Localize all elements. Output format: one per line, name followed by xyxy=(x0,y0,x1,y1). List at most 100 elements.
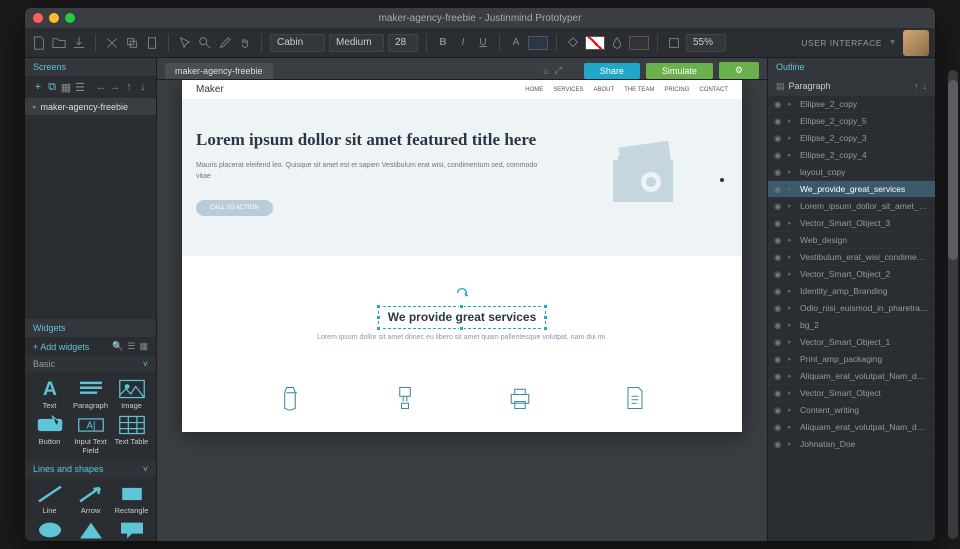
outline-item[interactable]: ◉▸Vector_Smart_Object_2 xyxy=(768,266,935,283)
underline-icon[interactable]: U xyxy=(475,35,491,51)
widget-rectangle[interactable]: Rectangle xyxy=(111,481,152,517)
paste-icon[interactable] xyxy=(144,35,160,51)
visibility-icon[interactable]: ◉ xyxy=(774,116,784,127)
hand-icon[interactable] xyxy=(237,35,253,51)
visibility-icon[interactable]: ◉ xyxy=(774,218,784,229)
widget-input-text[interactable]: A|Input Text Field xyxy=(70,412,111,457)
outline-item[interactable]: ◉▸We_provide_great_services xyxy=(768,181,935,198)
expand-icon[interactable]: ▸ xyxy=(788,270,796,278)
widget-triangle[interactable]: Triangle xyxy=(70,517,111,541)
lines-section-header[interactable]: Lines and shapes˅ xyxy=(25,461,156,477)
outline-up-icon[interactable]: ↑ xyxy=(914,81,919,91)
expand-icon[interactable]: ▸ xyxy=(788,338,796,346)
expand-icon[interactable]: ▸ xyxy=(788,202,796,210)
widget-arrow[interactable]: Arrow xyxy=(70,481,111,517)
expand-icon[interactable]: ▸ xyxy=(788,406,796,414)
visibility-icon[interactable]: ◉ xyxy=(774,422,784,433)
visibility-icon[interactable]: ◉ xyxy=(774,269,784,280)
widget-ellipse[interactable]: Ellipse xyxy=(29,517,70,541)
visibility-icon[interactable]: ◉ xyxy=(774,133,784,144)
expand-icon[interactable]: ▸ xyxy=(788,168,796,176)
grid-icon[interactable]: ▦ xyxy=(59,80,73,94)
screen-item[interactable]: maker-agency-freebie xyxy=(25,99,156,115)
widget-button[interactable]: Button xyxy=(29,412,70,457)
visibility-icon[interactable]: ◉ xyxy=(774,320,784,331)
visibility-icon[interactable]: ◉ xyxy=(774,252,784,263)
fill-icon[interactable] xyxy=(565,35,581,51)
outline-item[interactable]: ◉▸Ellipse_2_copy_4 xyxy=(768,147,935,164)
outline-item[interactable]: ◉▸layout_copy xyxy=(768,164,935,181)
outline-item[interactable]: ◉▸Odio_nisi_euismod_in_pharetra_a_ul… xyxy=(768,300,935,317)
expand-icon[interactable]: ▸ xyxy=(788,389,796,397)
stroke-swatch[interactable] xyxy=(629,36,649,50)
expand-icon[interactable]: ⤢ xyxy=(555,65,562,76)
expand-icon[interactable]: ▸ xyxy=(788,440,796,448)
expand-icon[interactable]: ▸ xyxy=(788,304,796,312)
open-folder-icon[interactable] xyxy=(51,35,67,51)
expand-icon[interactable]: ▸ xyxy=(788,236,796,244)
visibility-icon[interactable]: ◉ xyxy=(774,371,784,382)
outline-item[interactable]: ◉▸Vector_Smart_Object xyxy=(768,385,935,402)
new-file-icon[interactable] xyxy=(31,35,47,51)
outline-item[interactable]: ◉▸Ellipse_2_copy xyxy=(768,96,935,113)
expand-icon[interactable]: ▸ xyxy=(788,100,796,108)
widget-image[interactable]: Image xyxy=(111,376,152,412)
visibility-icon[interactable]: ◉ xyxy=(774,150,784,161)
canvas-scroll[interactable]: Maker HOME SERVICES ABOUT THE TEAM PRICI… xyxy=(157,80,767,541)
expand-icon[interactable]: ▸ xyxy=(788,219,796,227)
simulate-settings-button[interactable]: ⚙ xyxy=(719,62,759,79)
basic-section-header[interactable]: Basic˅ xyxy=(25,356,156,372)
expand-icon[interactable]: ▸ xyxy=(788,355,796,363)
text-color-swatch[interactable] xyxy=(528,36,548,50)
expand-icon[interactable]: ▸ xyxy=(788,372,796,380)
visibility-icon[interactable]: ◉ xyxy=(774,286,784,297)
outline-item[interactable]: ◉▸Vector_Smart_Object_1 xyxy=(768,334,935,351)
visibility-icon[interactable]: ◉ xyxy=(774,184,784,195)
visibility-icon[interactable]: ◉ xyxy=(774,303,784,314)
visibility-icon[interactable]: ◉ xyxy=(774,439,784,450)
outline-item[interactable]: ◉▸Ellipse_2_copy_5 xyxy=(768,113,935,130)
outline-item[interactable]: ◉▸Web_design xyxy=(768,232,935,249)
font-family-select[interactable]: Cabin xyxy=(270,34,325,52)
cut-icon[interactable] xyxy=(104,35,120,51)
expand-icon[interactable]: ▸ xyxy=(788,321,796,329)
save-icon[interactable] xyxy=(71,35,87,51)
visibility-icon[interactable]: ◉ xyxy=(774,405,784,416)
outline-item[interactable]: ◉▸Aliquam_erat_volutpat_Nam_dui_tinc… xyxy=(768,419,935,436)
services-title[interactable]: We provide great services xyxy=(384,308,541,327)
expand-icon[interactable]: ▸ xyxy=(788,423,796,431)
widget-grid-icon[interactable]: ▦ xyxy=(139,341,148,352)
expand-icon[interactable]: ▸ xyxy=(788,117,796,125)
pointer-icon[interactable] xyxy=(177,35,193,51)
visibility-icon[interactable]: ◉ xyxy=(774,167,784,178)
rotate-handle-icon[interactable] xyxy=(455,286,469,300)
prev-screen-icon[interactable]: ← xyxy=(94,80,108,94)
bold-icon[interactable]: B xyxy=(435,35,451,51)
outline-item[interactable]: ◉▸bg_2 xyxy=(768,317,935,334)
visibility-icon[interactable]: ◉ xyxy=(774,337,784,348)
widget-list-icon[interactable]: ☰ xyxy=(127,341,135,352)
expand-icon[interactable]: ▸ xyxy=(788,253,796,261)
widget-line[interactable]: Line xyxy=(29,481,70,517)
zoom-icon[interactable] xyxy=(197,35,213,51)
expand-icon[interactable]: ▸ xyxy=(788,185,796,193)
visibility-icon[interactable]: ◉ xyxy=(774,235,784,246)
artboard[interactable]: Maker HOME SERVICES ABOUT THE TEAM PRICI… xyxy=(182,80,742,432)
outline-item[interactable]: ◉▸Print_amp_packaging xyxy=(768,351,935,368)
outline-item[interactable]: ◉▸Vector_Smart_Object_3 xyxy=(768,215,935,232)
outline-item[interactable]: ◉▸Content_writing xyxy=(768,402,935,419)
outline-breadcrumb[interactable]: Paragraph xyxy=(789,81,831,91)
duplicate-screen-icon[interactable]: ⧉ xyxy=(45,80,59,94)
share-button[interactable]: Share xyxy=(584,63,640,79)
opacity-icon[interactable] xyxy=(609,35,625,51)
outline-down-icon[interactable]: ↓ xyxy=(923,81,928,91)
zoom-select[interactable]: 55% xyxy=(686,34,726,52)
border-icon[interactable] xyxy=(666,35,682,51)
outline-item[interactable]: ◉▸Lorem_ipsum_dollor_sit_amet_… xyxy=(768,198,935,215)
widget-text[interactable]: AText xyxy=(29,376,70,412)
visibility-icon[interactable]: ◉ xyxy=(774,388,784,399)
widget-paragraph[interactable]: Paragraph xyxy=(70,376,111,412)
next-screen-icon[interactable]: → xyxy=(108,80,122,94)
down-screen-icon[interactable]: ↓ xyxy=(136,80,150,94)
visibility-icon[interactable]: ◉ xyxy=(774,201,784,212)
